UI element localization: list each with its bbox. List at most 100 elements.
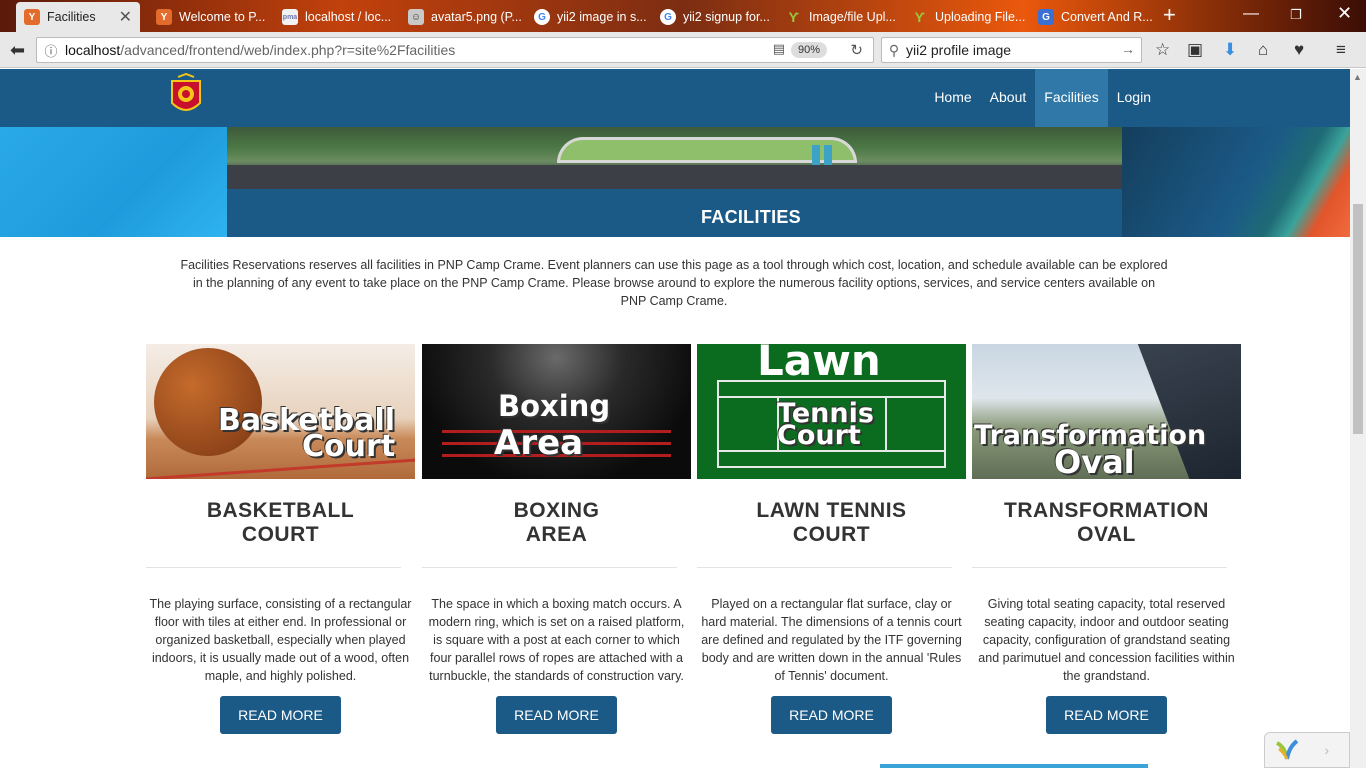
reader-view-icon[interactable]: ▤ bbox=[773, 41, 785, 57]
zoom-level[interactable]: 90% bbox=[790, 42, 827, 58]
yii-icon: Y bbox=[156, 9, 172, 25]
google-icon: G bbox=[534, 9, 550, 25]
browser-tab[interactable]: Ƴ Uploading File... bbox=[904, 2, 1030, 32]
facility-card-boxing: Boxing Area BOXING AREA The space in whi… bbox=[422, 344, 691, 734]
close-window-icon[interactable]: ✕ bbox=[1337, 3, 1352, 24]
hamburger-menu-icon[interactable]: ≡ bbox=[1336, 40, 1346, 60]
thumb-line2: Oval bbox=[1054, 443, 1135, 479]
thumb-line1: Lawn bbox=[757, 344, 881, 385]
close-tab-icon[interactable]: ✕ bbox=[119, 7, 132, 27]
facility-card-transformation-oval: Transformation Oval TRANSFORMATION OVAL … bbox=[972, 344, 1241, 734]
chevron-right-icon[interactable]: › bbox=[1324, 742, 1329, 758]
browser-tab-facilities[interactable]: Y Facilities ✕ bbox=[16, 2, 140, 32]
read-more-button[interactable]: READ MORE bbox=[771, 696, 892, 734]
thumb-line2: Court bbox=[302, 429, 396, 464]
page-viewport: Home About Facilities Login FACILITIES F… bbox=[0, 69, 1350, 768]
hero-photo bbox=[227, 127, 1122, 189]
yii-icon: Y bbox=[24, 9, 40, 25]
restore-icon[interactable]: ❐ bbox=[1290, 7, 1302, 23]
card-title-line1: TRANSFORMATION bbox=[1004, 499, 1209, 522]
site-navbar: Home About Facilities Login bbox=[0, 69, 1350, 127]
read-more-button[interactable]: READ MORE bbox=[1046, 696, 1167, 734]
tab-label: Convert And R... bbox=[1061, 10, 1153, 24]
search-bar[interactable]: ⚲ yii2 profile image → bbox=[881, 37, 1142, 63]
card-title: LAWN TENNIS COURT bbox=[697, 499, 966, 547]
facility-card-basketball: Basketball Court BASKETBALL COURT The pl… bbox=[146, 344, 415, 734]
intro-paragraph: Facilities Reservations reserves all fac… bbox=[180, 258, 1168, 308]
card-title-line1: BOXING bbox=[513, 499, 600, 522]
browser-nav-bar: ⬅ ⓘ localhost/advanced/frontend/web/inde… bbox=[0, 32, 1366, 68]
transformation-oval-image[interactable]: Transformation Oval bbox=[972, 344, 1241, 479]
info-icon[interactable]: ⓘ bbox=[37, 41, 65, 60]
google-g-icon: G bbox=[1038, 9, 1054, 25]
browser-tab[interactable]: Ƴ Image/file Upl... bbox=[778, 2, 904, 32]
tab-label: localhost / loc... bbox=[305, 10, 392, 24]
yii-logo-icon bbox=[1275, 739, 1299, 760]
reading-list-icon[interactable]: ▣ bbox=[1187, 40, 1203, 60]
browser-tab[interactable]: pma localhost / loc... bbox=[274, 2, 400, 32]
search-text: yii2 profile image bbox=[906, 42, 1012, 58]
scroll-up-icon[interactable]: ▲ bbox=[1353, 72, 1362, 82]
pocket-icon[interactable]: ♥ bbox=[1294, 40, 1304, 60]
browser-tab[interactable]: ☺ avatar5.png (P... bbox=[400, 2, 526, 32]
url-host: localhost bbox=[65, 42, 121, 58]
reload-icon[interactable]: ↻ bbox=[850, 41, 863, 59]
page-title: FACILITIES bbox=[700, 207, 801, 227]
browser-tab[interactable]: G yii2 signup for... bbox=[652, 2, 778, 32]
card-divider bbox=[422, 567, 677, 568]
tab-label: Image/file Upl... bbox=[809, 10, 896, 24]
nav-facilities[interactable]: Facilities bbox=[1035, 69, 1108, 127]
card-description: The space in which a boxing match occurs… bbox=[428, 597, 685, 683]
boxing-area-image[interactable]: Boxing Area bbox=[422, 344, 691, 479]
card-divider bbox=[697, 567, 952, 568]
fig2 bbox=[824, 145, 832, 165]
read-more-button[interactable]: READ MORE bbox=[220, 696, 341, 734]
yii-debug-toolbar[interactable]: › bbox=[1264, 732, 1350, 768]
lawn-tennis-court-image[interactable]: Lawn Tennis Court bbox=[697, 344, 966, 479]
scrollbar-thumb[interactable] bbox=[1353, 204, 1363, 434]
card-title-line2: AREA bbox=[525, 523, 588, 546]
avatar-icon: ☺ bbox=[408, 9, 424, 25]
card-title-line1: LAWN TENNIS bbox=[756, 499, 907, 522]
nav-login[interactable]: Login bbox=[1108, 69, 1160, 127]
tab-label: yii2 signup for... bbox=[683, 10, 770, 24]
back-icon[interactable]: ⬅ bbox=[10, 40, 25, 60]
card-divider bbox=[972, 567, 1227, 568]
card-description: The playing surface, consisting of a rec… bbox=[149, 597, 412, 683]
browser-tab-bar: Y Facilities ✕ Y Welcome to P... pma loc… bbox=[0, 0, 1366, 32]
nav-home[interactable]: Home bbox=[925, 69, 980, 127]
new-tab-icon[interactable]: + bbox=[1163, 4, 1176, 26]
tab-label: yii2 image in s... bbox=[557, 10, 647, 24]
next-section-strip bbox=[880, 764, 1148, 768]
search-go-icon[interactable]: → bbox=[1121, 41, 1135, 57]
read-more-button[interactable]: READ MORE bbox=[496, 696, 617, 734]
card-title: TRANSFORMATION OVAL bbox=[972, 499, 1241, 547]
fig1 bbox=[812, 145, 820, 165]
card-title-line2: OVAL bbox=[1077, 523, 1136, 546]
card-description: Giving total seating capacity, total res… bbox=[978, 597, 1235, 683]
home-icon[interactable]: ⌂ bbox=[1258, 40, 1268, 60]
tab-label: Facilities bbox=[47, 10, 96, 24]
basketball-court-image[interactable]: Basketball Court bbox=[146, 344, 415, 479]
hero-left-panel bbox=[0, 127, 227, 237]
url-bar[interactable]: ⓘ localhost/advanced/frontend/web/index.… bbox=[36, 37, 874, 63]
card-title-line2: COURT bbox=[241, 523, 320, 546]
facility-card-lawn-tennis: Lawn Tennis Court LAWN TENNIS COURT Play… bbox=[697, 344, 966, 734]
google-icon: G bbox=[660, 9, 676, 25]
phpmyadmin-icon: pma bbox=[282, 9, 298, 25]
card-title-line1: BASKETBALL bbox=[206, 499, 355, 522]
browser-tab[interactable]: Y Welcome to P... bbox=[148, 2, 274, 32]
page-scrollbar[interactable]: ▲ bbox=[1350, 69, 1366, 768]
bookmark-star-icon[interactable]: ☆ bbox=[1155, 40, 1170, 60]
nav-about[interactable]: About bbox=[981, 69, 1036, 127]
tab-label: avatar5.png (P... bbox=[431, 10, 522, 24]
hero-banner: FACILITIES bbox=[0, 127, 1350, 237]
site-menu: Home About Facilities Login bbox=[925, 69, 1160, 127]
browser-tab[interactable]: G yii2 image in s... bbox=[526, 2, 652, 32]
minimize-icon[interactable]: — bbox=[1243, 5, 1259, 23]
tab-label: Welcome to P... bbox=[179, 10, 266, 24]
download-icon[interactable]: ⬇ bbox=[1223, 40, 1237, 60]
card-title-line2: COURT bbox=[792, 523, 871, 546]
pnp-logo[interactable] bbox=[168, 73, 204, 119]
browser-tab[interactable]: G Convert And R... bbox=[1030, 2, 1156, 32]
